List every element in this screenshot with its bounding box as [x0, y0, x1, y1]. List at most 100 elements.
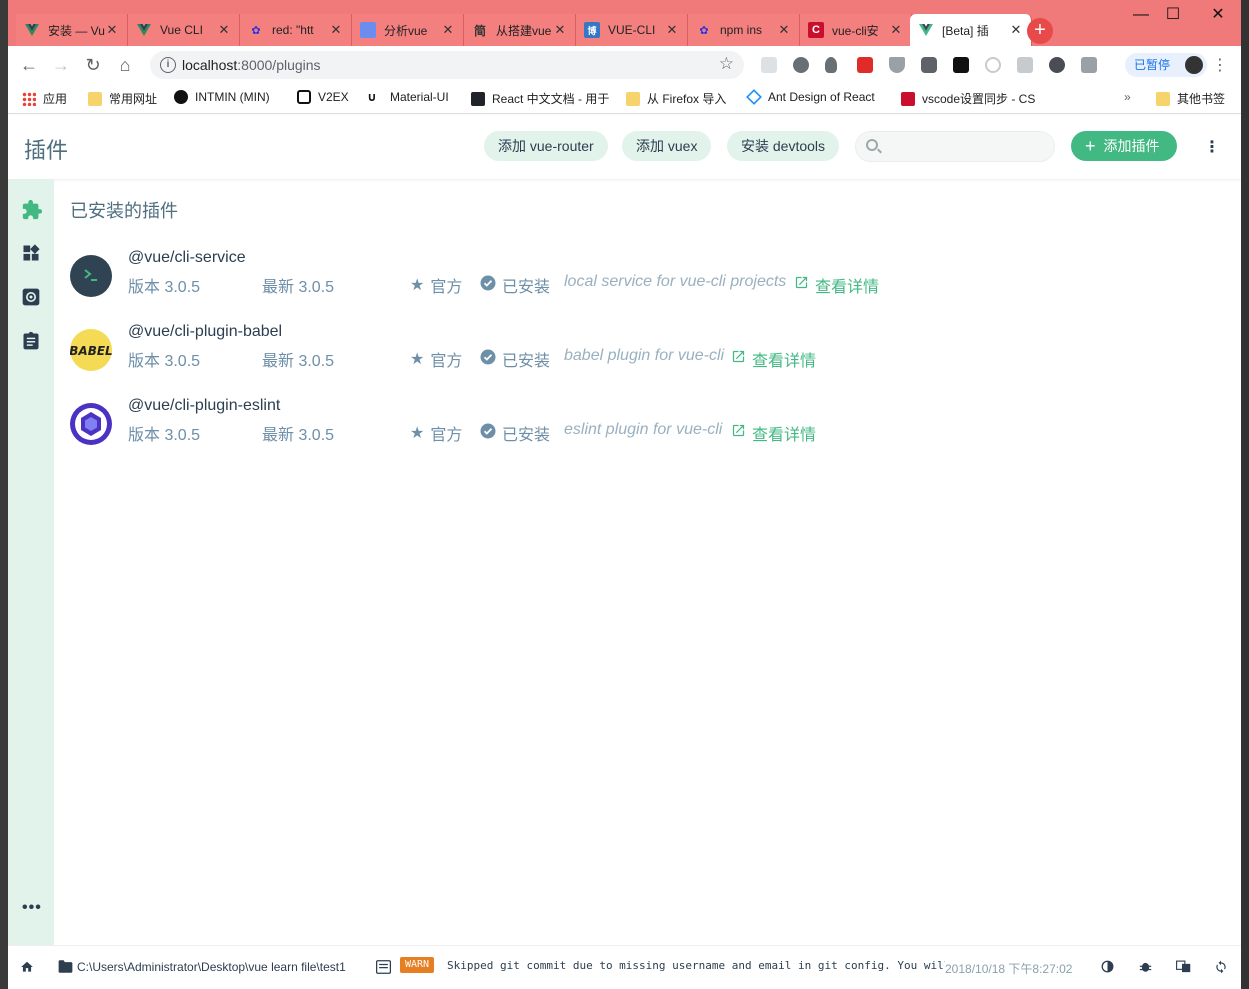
sidebar-item-configuration[interactable]: [21, 287, 41, 307]
extension-icon[interactable]: [953, 57, 969, 73]
sidebar-item-dependencies[interactable]: [21, 243, 41, 263]
plugin-item[interactable]: @vue/cli-service 版本 3.0.5 最新 3.0.5 ★ 官方 已…: [70, 249, 1170, 309]
bug-icon[interactable]: [1139, 960, 1152, 976]
sidebar-item-plugins[interactable]: [21, 199, 43, 220]
bookmark-item[interactable]: React 中文文档 - 用于: [471, 90, 614, 107]
reload-icon[interactable]: ↻: [82, 54, 104, 76]
bookmarks-overflow-button[interactable]: »: [1124, 90, 1131, 104]
sidebar-item-tasks[interactable]: [21, 331, 41, 351]
extension-icon[interactable]: [1049, 57, 1065, 73]
tab-title: 安装 — Vue: [48, 23, 105, 38]
tab[interactable]: ✿ npm ins ✕: [688, 14, 800, 46]
plugin-version: 版本 3.0.5: [128, 279, 201, 296]
plugin-description: eslint plugin for vue-cli: [564, 421, 723, 438]
view-details-link[interactable]: 查看详情: [731, 347, 816, 371]
bookmark-folder[interactable]: 从 Firefox 导入: [626, 90, 726, 107]
home-icon[interactable]: ⌂: [114, 54, 136, 76]
close-window-icon[interactable]: ✕: [1198, 4, 1238, 26]
more-horiz-icon[interactable]: •••: [22, 899, 42, 917]
baidu-icon: ✿: [251, 24, 261, 37]
extension-icon[interactable]: [825, 57, 837, 73]
close-icon[interactable]: ✕: [441, 22, 455, 38]
console-icon[interactable]: [376, 960, 391, 977]
more-vert-icon[interactable]: ⋮: [1204, 137, 1220, 157]
tab[interactable]: 简 从搭建vue ✕: [464, 14, 576, 46]
bookmark-folder[interactable]: 常用网址: [88, 90, 157, 107]
close-icon[interactable]: ✕: [217, 22, 231, 38]
open-in-new-icon: [794, 275, 809, 295]
close-icon[interactable]: ✕: [1009, 22, 1023, 38]
official-badge: ★ 官方: [410, 425, 463, 444]
browser-menu-icon[interactable]: ⋮: [1212, 55, 1228, 75]
view-details-link[interactable]: 查看详情: [731, 421, 816, 445]
plugin-latest: 最新 3.0.5: [262, 353, 335, 370]
plus-icon: +: [1085, 136, 1096, 156]
bookmarks-bar: 应用 常用网址 INTMIN (MIN) V2EX ∪ Material-UI …: [8, 83, 1241, 114]
plugin-name: @vue/cli-service: [128, 249, 246, 266]
new-tab-button[interactable]: +: [1027, 18, 1053, 44]
tab[interactable]: 安装 — Vue ✕: [16, 14, 128, 46]
back-icon[interactable]: ←: [18, 54, 40, 76]
close-icon[interactable]: ✕: [105, 22, 119, 38]
log-message[interactable]: Skipped git commit due to missing userna…: [447, 959, 945, 972]
forward-icon[interactable]: →: [50, 54, 72, 76]
extension-icon[interactable]: [793, 57, 809, 73]
apps-icon: [22, 91, 36, 106]
extension-icon[interactable]: [1017, 57, 1033, 73]
bookmark-item[interactable]: ∪ Material-UI: [367, 90, 449, 104]
home-icon[interactable]: [20, 960, 34, 977]
install-devtools-button[interactable]: 安装 devtools: [727, 131, 840, 161]
extension-icon[interactable]: [1081, 57, 1097, 73]
bookmark-item[interactable]: V2EX: [297, 90, 349, 104]
extension-icon[interactable]: [985, 57, 1001, 73]
installed-badge: 已安装: [480, 273, 550, 297]
ublock-icon[interactable]: [921, 57, 937, 73]
baidu-icon: ✿: [699, 24, 709, 37]
search-icon: [866, 139, 878, 151]
plugin-item[interactable]: BABEL @vue/cli-plugin-babel 版本 3.0.5 最新 …: [69, 323, 1170, 383]
extension-icon[interactable]: [889, 57, 905, 73]
close-icon[interactable]: ✕: [777, 22, 791, 38]
translate-icon[interactable]: [1176, 960, 1191, 976]
address-bar[interactable]: i localhost:8000/plugins ☆: [150, 51, 744, 79]
bookmark-item[interactable]: INTMIN (MIN): [174, 90, 270, 104]
vue-ui-app: 插件 添加 vue-router 添加 vuex 安装 devtools + 添加…: [8, 115, 1241, 989]
vue-icon: [918, 22, 934, 38]
close-icon[interactable]: ✕: [665, 22, 679, 38]
search-input[interactable]: [886, 137, 1046, 157]
tab[interactable]: 博 VUE-CLI ✕: [576, 14, 688, 46]
view-details-link[interactable]: 查看详情: [794, 273, 879, 297]
star-icon: ★: [410, 351, 425, 368]
add-plugin-button[interactable]: + 添加插件: [1071, 131, 1177, 161]
bookmark-other-folder[interactable]: 其他书签: [1156, 90, 1225, 107]
plugin-item[interactable]: @vue/cli-plugin-eslint 版本 3.0.5 最新 3.0.5…: [70, 397, 1170, 457]
v2ex-icon: [297, 90, 311, 104]
folder-icon[interactable]: [58, 960, 73, 976]
refresh-icon[interactable]: [1214, 960, 1228, 977]
info-icon[interactable]: i: [160, 57, 176, 73]
tab-title: VUE-CLI: [608, 23, 656, 37]
bookmark-item[interactable]: Ant Design of React: [746, 89, 882, 105]
tab[interactable]: ✿ red: "htt ✕: [240, 14, 352, 46]
close-icon[interactable]: ✕: [889, 22, 903, 38]
bookmark-apps[interactable]: 应用: [22, 90, 67, 107]
add-vuex-button[interactable]: 添加 vuex: [622, 131, 712, 161]
close-icon[interactable]: ✕: [329, 22, 343, 38]
tab[interactable]: C vue-cli安 ✕: [800, 14, 912, 46]
project-path[interactable]: C:\Users\Administrator\Desktop\vue learn…: [77, 960, 346, 974]
tab[interactable]: 分析vue ✕: [352, 14, 464, 46]
dark-mode-icon[interactable]: [1101, 960, 1114, 976]
profile-button[interactable]: 已暂停: [1125, 53, 1207, 77]
puzzle-icon: [22, 199, 43, 220]
plugin-version: 版本 3.0.5: [128, 353, 201, 370]
extension-icon[interactable]: [857, 57, 873, 73]
tab[interactable]: Vue CLI ✕: [128, 14, 240, 46]
maximize-icon[interactable]: ☐: [1153, 4, 1193, 26]
extension-icon[interactable]: [761, 57, 777, 73]
close-icon[interactable]: ✕: [553, 22, 567, 38]
star-icon[interactable]: ☆: [719, 54, 734, 74]
bookmark-item[interactable]: vscode设置同步 - CS: [901, 90, 1052, 107]
add-vue-router-button[interactable]: 添加 vue-router: [484, 131, 608, 161]
tab-title: vue-cli安: [832, 23, 879, 38]
tab-active[interactable]: [Beta] 插 ✕: [910, 14, 1032, 46]
